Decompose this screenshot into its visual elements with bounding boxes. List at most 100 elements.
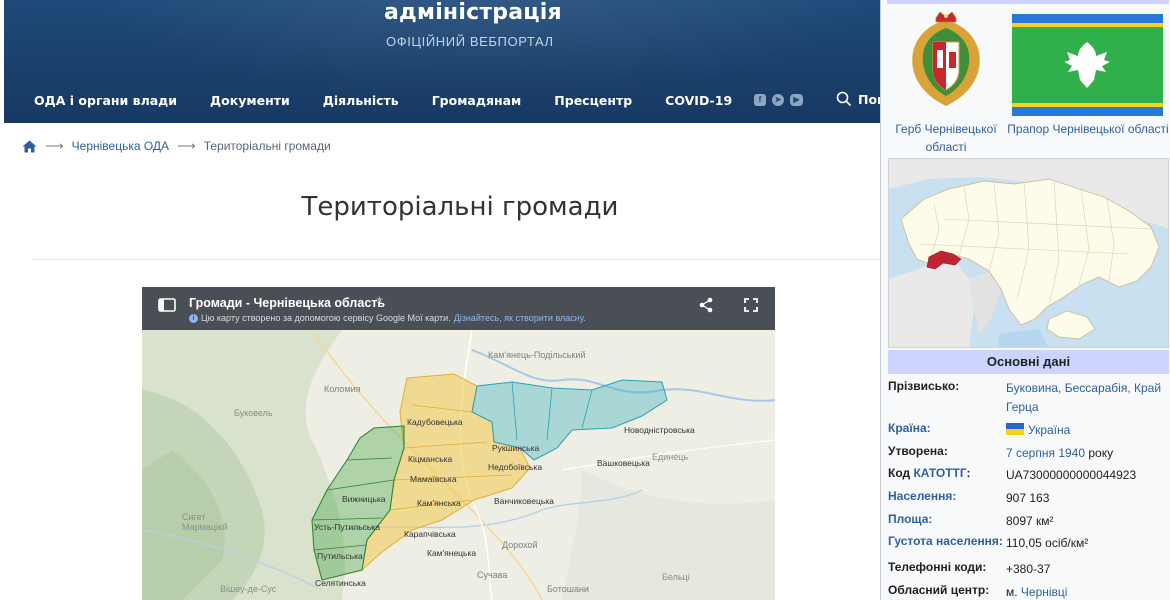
breadcrumb: ⟶ Чернівецька ОДА ⟶ Територіальні громад… [22,138,331,154]
search-button[interactable]: Пош [836,91,880,107]
svg-text:Кіцманська: Кіцманська [408,454,453,464]
ukraine-map [889,159,1168,347]
social-links: f ➤ ▶ [754,94,803,106]
star-icon[interactable]: ★ [375,295,384,306]
home-icon[interactable] [22,140,37,153]
nav-item-press[interactable]: Пресцентр [554,93,632,108]
symbols-block: Герб Чернівецької області Прапор Черніве… [881,6,1170,156]
key-founded: Утворена: [888,444,948,458]
svg-text:Мармацієй: Мармацієй [182,522,228,532]
site-header: адміністрація ОФІЦІЙНИЙ ВЕБПОРТАЛ ОДА і … [4,0,880,123]
val-founded-tail: року [1085,446,1114,460]
val-population: 907 163 [1006,491,1050,505]
svg-text:Бельці: Бельці [662,572,690,582]
val-area: 8097 км² [1006,514,1054,528]
breadcrumb-current: Територіальні громади [203,139,331,153]
key-katottg-tail: : [966,466,971,480]
search-label: Пош [858,91,880,107]
nav-item-covid[interactable]: COVID-19 [665,93,732,108]
key-katottg-prefix: Код [888,466,914,480]
page-title: Територіальні громади [301,192,619,222]
svg-text:Сучава: Сучава [477,570,507,580]
svg-text:Ботошани: Ботошани [547,584,589,594]
val-founded: 7 серпня 1940 року [1006,444,1170,463]
info-icon: i [189,313,198,323]
nav-item-oda[interactable]: ОДА і органи влади [34,93,177,108]
divider [32,259,880,260]
key-katottg: Код КАТОТТГ: [888,466,971,480]
location-map[interactable] [888,158,1169,348]
website-pane: адміністрація ОФІЦІЙНИЙ ВЕБПОРТАЛ ОДА і … [0,0,880,600]
svg-text:Единець: Единець [652,452,688,462]
nav-item-activity[interactable]: Діяльність [323,93,399,108]
svg-text:Мамаївська: Мамаївська [410,474,457,484]
key-density[interactable]: Густота населення: [888,534,1003,548]
breadcrumb-home-link[interactable]: Чернівецька ОДА [72,139,169,153]
nav-item-documents[interactable]: Документи [210,93,290,108]
svg-text:Кам'янецька: Кам'янецька [427,548,476,558]
map-note-link[interactable]: Дізнайтесь, як створити власну. [454,313,586,323]
svg-text:Вижницька: Вижницька [342,494,386,504]
key-admin-center: Обласний центр: [888,583,990,597]
svg-text:Коломия: Коломия [324,384,361,394]
breadcrumb-arrow: ⟶ [45,138,64,153]
key-population[interactable]: Населення: [888,489,956,503]
telegram-icon[interactable]: ➤ [772,94,784,106]
svg-text:Вішеу-де-Сус: Вішеу-де-Сус [220,584,277,594]
ukraine-flag-icon [1006,423,1024,435]
breadcrumb-arrow: ⟶ [177,138,196,153]
val-admin-center-prefix: м. [1006,585,1021,599]
map-terrain: Кам'янець-Подільський Коломия Буковель С… [142,329,775,600]
val-founded-link[interactable]: 7 серпня 1940 [1006,446,1085,460]
fullscreen-icon[interactable] [744,298,758,312]
svg-text:Путильська: Путильська [317,551,363,561]
flag-image[interactable] [1012,14,1163,116]
key-katottg-link[interactable]: КАТОТТГ [913,466,966,480]
main-nav: ОДА і органи влади Документи Діяльність … [34,93,765,108]
key-country[interactable]: Країна: [888,421,931,435]
nav-item-citizens[interactable]: Громадянам [432,93,522,108]
map-canvas[interactable]: Кам'янець-Подільський Коломия Буковель С… [142,329,775,600]
key-area[interactable]: Площа: [888,512,932,526]
map-header-bar: Громади - Чернівецька область ★ i Цю кар… [142,287,775,330]
svg-text:Сигет: Сигет [182,512,205,522]
svg-text:Кам'янець-Подільський: Кам'янець-Подільський [488,350,586,360]
map-note-text: Цю карту створено за допомогою сервісу G… [201,313,451,323]
coat-of-arms-caption[interactable]: Герб Чернівецької області [889,120,1003,156]
svg-text:Карапчівська: Карапчівська [404,529,456,539]
map-legend-toggle-icon[interactable] [158,298,176,312]
key-nickname: Прізвисько: [888,379,960,393]
search-icon [836,91,852,107]
val-nickname[interactable]: Буковина, Бессарабія, Край Герца [1006,379,1170,417]
site-subtitle: ОФІЦІЙНИЙ ВЕБПОРТАЛ [386,34,554,49]
svg-text:Кам'янська: Кам'янська [417,498,461,508]
key-phone-codes: Телефонні коди: [888,560,987,574]
site-title[interactable]: адміністрація [384,0,562,25]
svg-text:Рукшинська: Рукшинська [492,443,539,453]
section-main-data: Основні дані [888,350,1169,374]
svg-text:Кадубовецька: Кадубовецька [407,417,463,427]
map-title: Громади - Чернівецька область [189,296,386,310]
val-density: 110,05 осіб/км² [1006,536,1089,550]
val-katottg: UA73000000000044923 [1006,468,1137,482]
share-icon[interactable] [699,297,713,313]
val-admin-center: м. Чернівці [1006,583,1170,600]
svg-text:Буковель: Буковель [234,408,273,418]
wikipedia-infobox: Герб Чернівецької області Прапор Черніве… [880,0,1170,600]
map-note: i Цю карту створено за допомогою сервісу… [189,313,586,323]
val-country: Україна [1006,421,1170,440]
val-admin-center-link[interactable]: Чернівці [1021,585,1068,599]
svg-text:Ванчиковецька: Ванчиковецька [494,496,554,506]
facebook-icon[interactable]: f [754,94,766,106]
val-phone-codes: +380-37 [1006,562,1051,576]
flag-caption[interactable]: Прапор Чернівецької області [1005,120,1170,138]
infobox-top-bar [887,0,1169,4]
coat-of-arms-image[interactable] [903,12,989,110]
youtube-icon[interactable]: ▶ [790,94,803,106]
svg-text:Селятинська: Селятинська [315,578,366,588]
val-country-link[interactable]: Україна [1028,423,1070,437]
embedded-map[interactable]: Громади - Чернівецька область ★ i Цю кар… [142,287,775,600]
svg-text:Недобоївська: Недобоївська [488,462,542,472]
svg-text:Дорохой: Дорохой [502,540,538,550]
svg-text:Вашковецька: Вашковецька [597,458,650,468]
